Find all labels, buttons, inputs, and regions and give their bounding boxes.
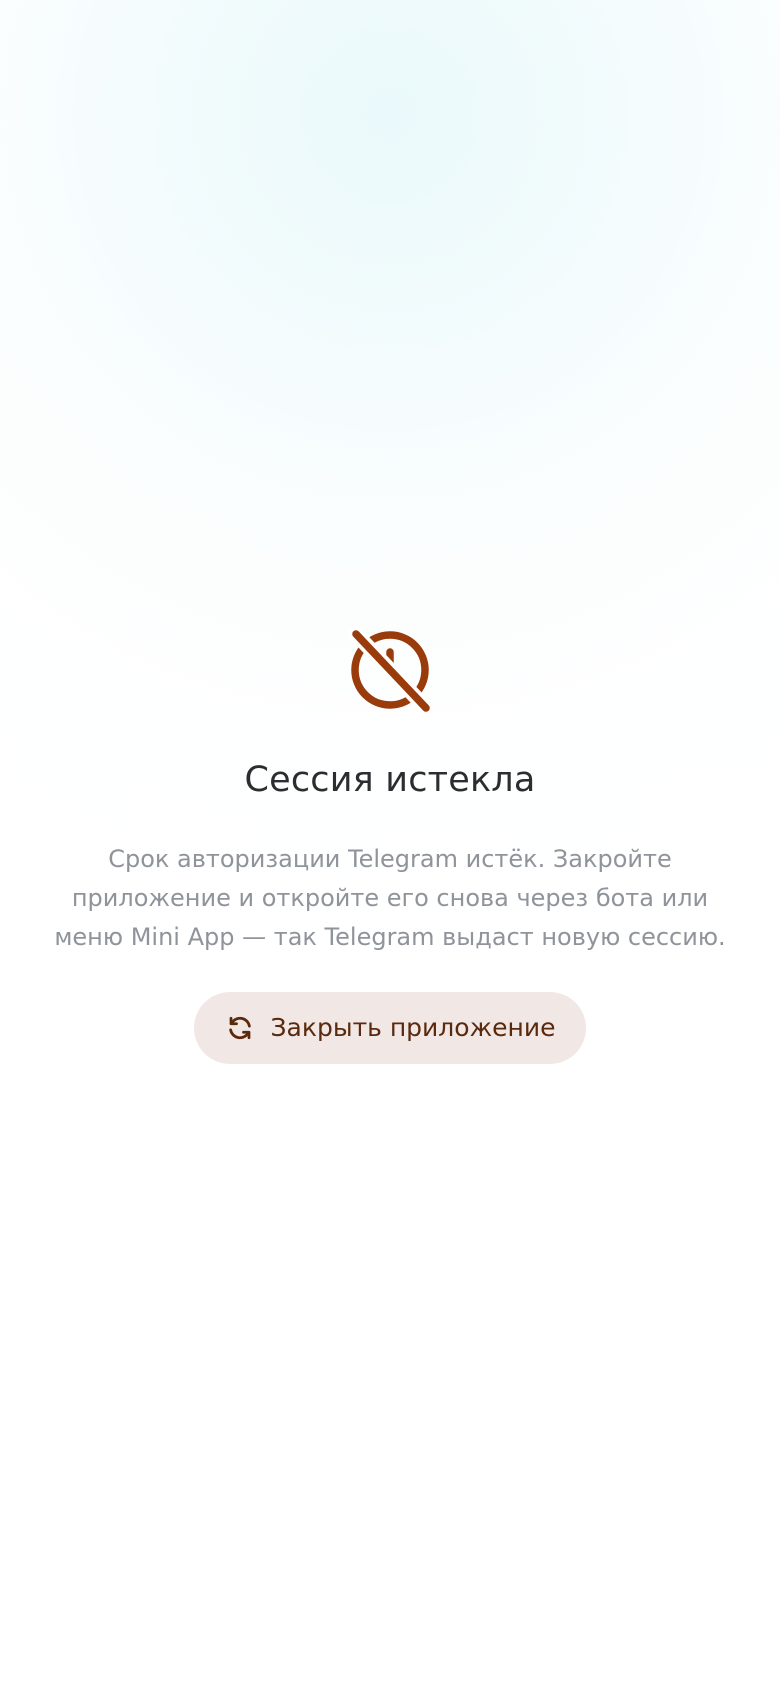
close-app-button-label: Закрыть приложение bbox=[270, 1013, 556, 1042]
session-expired-screen: Сессия истекла Срок авторизации Telegram… bbox=[0, 0, 780, 1688]
page-title: Сессия истекла bbox=[244, 760, 536, 800]
clock-off-icon bbox=[348, 628, 432, 712]
refresh-icon bbox=[225, 1013, 255, 1043]
session-description: Срок авторизации Telegram истёк. Закройт… bbox=[54, 845, 726, 951]
close-app-button[interactable]: Закрыть приложение bbox=[194, 992, 586, 1064]
